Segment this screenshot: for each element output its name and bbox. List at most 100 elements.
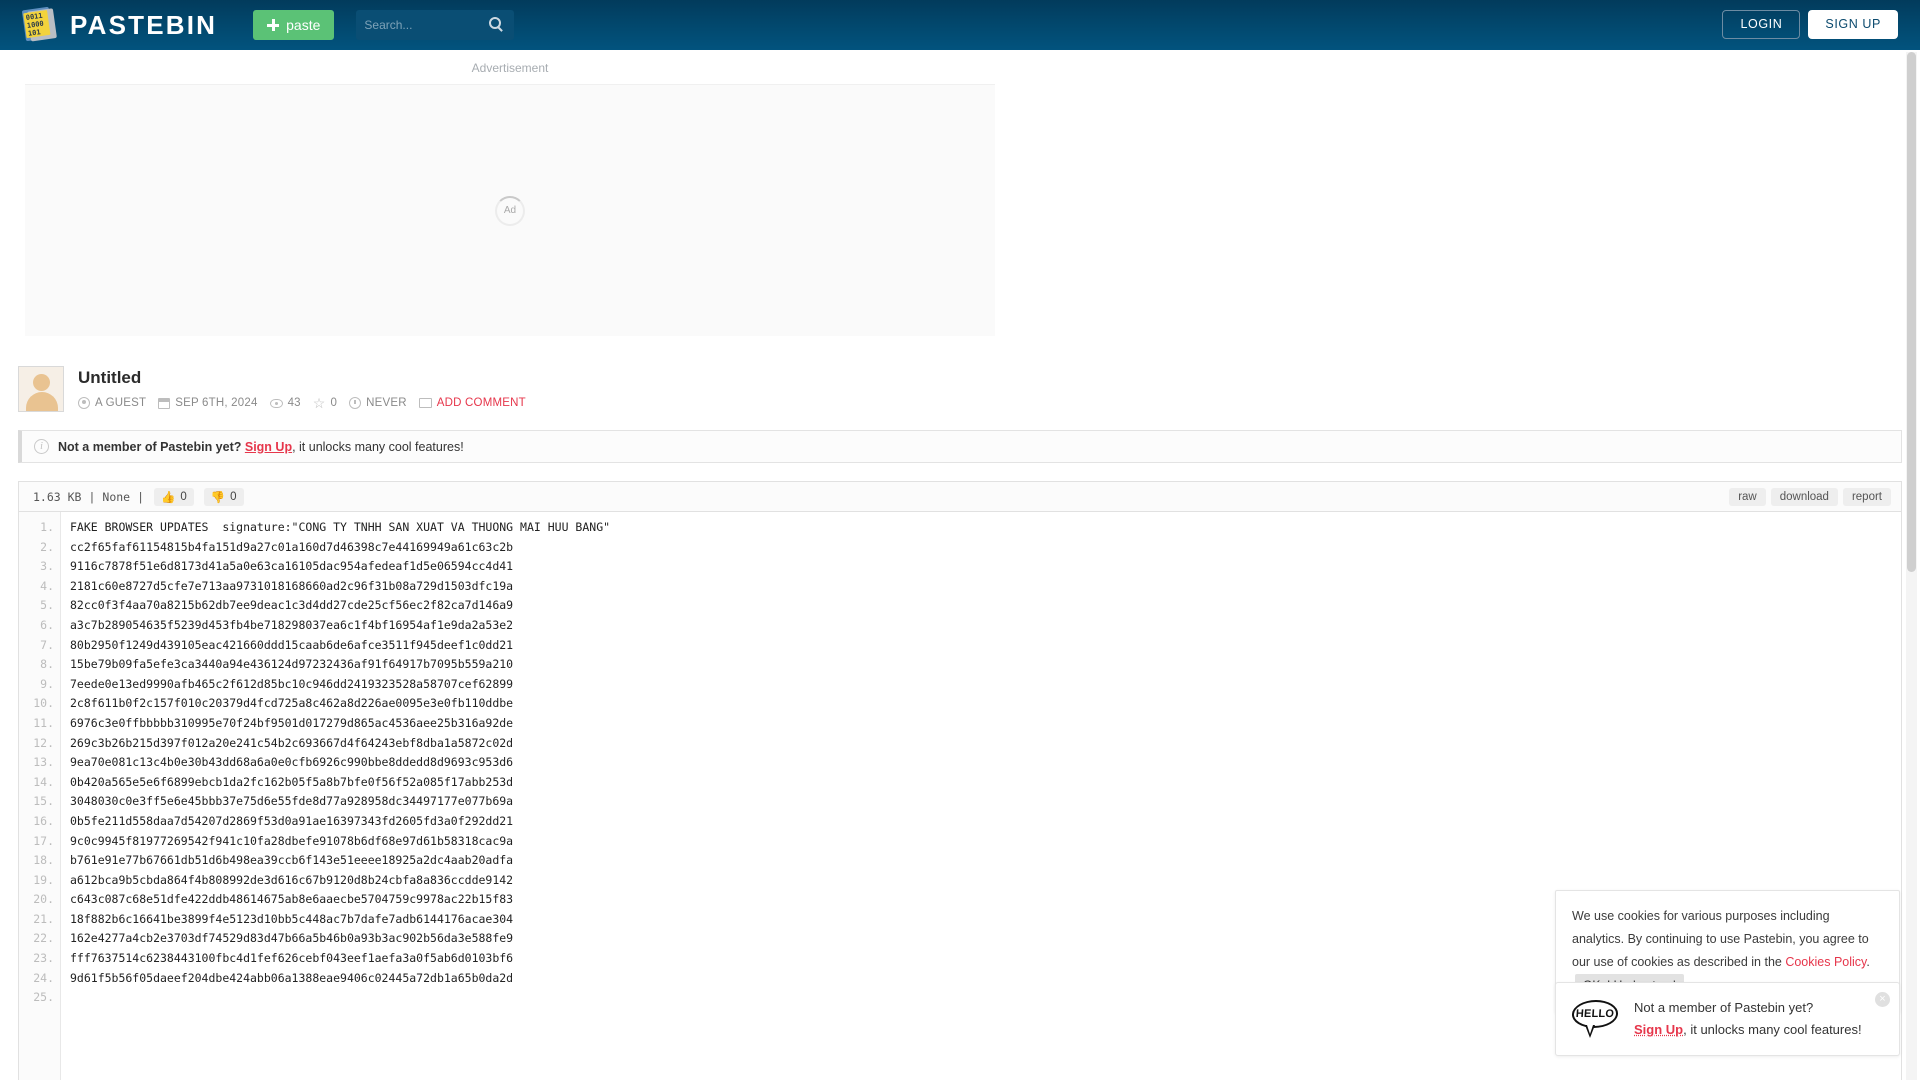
toolbar-separator-1: |	[88, 489, 96, 504]
code-line: 2181c60e8727d5cfe7e713aa9731018168660ad2…	[70, 578, 514, 593]
download-button[interactable]: download	[1770, 487, 1838, 506]
meta-favorites: ☆ 0	[312, 395, 337, 411]
new-paste-button[interactable]: paste	[253, 10, 335, 40]
advertisement-label: Advertisement	[471, 61, 549, 75]
cookie-text-tail: .	[1866, 955, 1870, 969]
toolbar-right: raw download report	[1729, 487, 1891, 506]
line-number: 10.	[33, 696, 54, 711]
line-number-gutter: 1. 2. 3. 4. 5. 6. 7. 8. 9. 10. 11. 12. 13. 14. 15. 16. 1…	[19, 512, 61, 1080]
code-line: cc2f65faf61154815b4fa151d9a27c01a160d7d4…	[70, 539, 514, 554]
login-button[interactable]: LOGIN	[1722, 10, 1801, 39]
line-number: 12.	[33, 735, 54, 750]
meta-author-label: A GUEST	[95, 397, 147, 409]
thumbs-up-icon: 👍	[161, 491, 176, 504]
search-input[interactable]	[364, 18, 487, 32]
page-scrollbar[interactable]	[1906, 52, 1917, 1080]
page-title: Untitled	[78, 368, 142, 387]
paste-syntax: None	[102, 489, 131, 504]
line-number: 6.	[40, 617, 54, 632]
meta-date: SEP 6TH, 2024	[158, 397, 257, 409]
line-number: 4.	[40, 578, 54, 593]
info-icon: i	[34, 439, 49, 454]
meta-views-label: 43	[287, 397, 301, 409]
signup-popup-line2: , it unlocks many cool features!	[1683, 1022, 1862, 1037]
line-number: 21.	[33, 911, 54, 926]
thumbs-up-button[interactable]: 👍 0	[154, 487, 194, 506]
calendar-icon	[158, 397, 171, 409]
ad-placeholder-icon: Ad	[495, 195, 525, 226]
line-number: 16.	[33, 813, 54, 828]
code-line: a3c7b289054635f5239d453fb4be718298037ea6…	[70, 617, 514, 632]
report-button[interactable]: report	[1842, 487, 1891, 506]
search-box[interactable]	[356, 10, 515, 40]
code-line: 2c8f611b0f2c157f010c20379d4fcd725a8c462a…	[70, 696, 514, 711]
line-number: 2.	[40, 539, 54, 554]
line-number: 25.	[33, 990, 54, 1005]
cookies-policy-link[interactable]: Cookies Policy	[1785, 955, 1866, 969]
add-comment-action[interactable]: ADD COMMENT	[418, 397, 526, 409]
code-line: 9c0c9945f81977269542f941c10fa28dbefe9107…	[70, 833, 514, 848]
header-actions: LOGIN SIGN UP	[1722, 10, 1898, 39]
line-number: 9.	[40, 676, 54, 691]
paste-header: Untitled A GUEST SEP 6TH, 2024 43 ☆ 0 NE…	[18, 366, 1920, 412]
line-number: 3.	[40, 559, 54, 574]
line-number: 20.	[33, 892, 54, 907]
code-line: FAKE BROWSER UPDATES signature:"CONG TY …	[70, 520, 611, 534]
line-number: 7.	[40, 637, 54, 652]
toolbar-separator-2: |	[137, 489, 145, 504]
new-paste-label: paste	[286, 17, 321, 33]
search-icon[interactable]	[489, 17, 502, 29]
line-number: 5.	[40, 598, 54, 613]
close-icon[interactable]: ×	[1875, 992, 1890, 1007]
hello-speech-bubble-icon: HELLO	[1571, 1000, 1620, 1038]
user-icon	[78, 397, 90, 409]
code-line: 80b2950f1249d439105eac421660ddd15caab6de…	[70, 637, 514, 652]
line-number: 15.	[33, 794, 54, 809]
hello-bubble-text: HELLO	[1571, 1000, 1619, 1028]
paste-toolbar: 1.63 KB | None | 👍 0 👎 0 raw download re…	[18, 481, 1902, 512]
avatar	[18, 366, 64, 412]
meta-expiry: NEVER	[349, 397, 407, 409]
line-number: 17.	[33, 833, 54, 848]
code-line: a612bca9b5cbda864f4b808992de3d616c67b912…	[70, 872, 514, 887]
paste-size: 1.63 KB	[33, 489, 82, 504]
clock-icon	[349, 397, 362, 409]
line-number: 8.	[40, 657, 54, 672]
star-icon: ☆	[312, 395, 326, 411]
signup-button[interactable]: SIGN UP	[1808, 10, 1898, 39]
logo-note-digits: 0011 1000 101	[23, 10, 51, 39]
raw-button[interactable]: raw	[1729, 487, 1766, 506]
meta-views: 43	[269, 397, 301, 409]
code-line: 269c3b26b215d397f012a20e241c54b2c693667d…	[70, 735, 514, 750]
code-line: 82cc0f3f4aa70a8215b62db7ee9deac1c3d4dd27…	[70, 598, 514, 613]
code-line: b761e91e77b67661db51d6b498ea39ccb6f143e5…	[70, 853, 514, 868]
banner-tail-text: , it unlocks many cool features!	[292, 439, 464, 454]
comment-icon	[418, 398, 432, 408]
line-number: 19.	[33, 872, 54, 887]
toolbar-left: 1.63 KB | None | 👍 0 👎 0	[33, 487, 244, 506]
line-number: 11.	[33, 715, 54, 730]
page-scrollbar-thumb[interactable]	[1907, 52, 1916, 572]
advertisement-section: Advertisement Ad	[0, 50, 1020, 336]
code-line: 7eede0e13ed9990afb465c2f612d85bc10c946dd…	[70, 676, 514, 691]
code-line: 0b5fe211d558daa7d54207d2869f53d0a91ae163…	[70, 813, 514, 828]
banner-signup-link[interactable]: Sign Up	[245, 440, 292, 454]
code-line: 3048030c0e3ff5e6e45bbb37e75d6e55fde8d77a…	[70, 794, 514, 809]
site-header: 0011 1000 101 PASTEBIN paste LOGIN SIGN …	[0, 0, 1920, 50]
signup-popup-link[interactable]: Sign Up	[1634, 1022, 1683, 1037]
line-number: 24.	[33, 970, 54, 985]
site-logo[interactable]: 0011 1000 101 PASTEBIN	[21, 6, 218, 42]
line-number: 23.	[33, 951, 54, 966]
line-number: 14.	[33, 774, 54, 789]
signup-popup: HELLO Not a member of Pastebin yet? Sign…	[1555, 982, 1900, 1056]
paste-metadata: A GUEST SEP 6TH, 2024 43 ☆ 0 NEVER ADD C…	[78, 395, 532, 411]
thumbs-down-button[interactable]: 👎 0	[203, 487, 244, 506]
code-line: 15be79b09fa5efe3ca3440a94e436124d9723243…	[70, 657, 514, 672]
line-number: 13.	[33, 755, 54, 770]
eye-icon	[269, 398, 283, 408]
add-comment-label[interactable]: ADD COMMENT	[437, 397, 526, 409]
line-number: 22.	[33, 931, 54, 946]
signup-popup-text: Not a member of Pastebin yet? Sign Up, i…	[1634, 997, 1862, 1041]
logo-text: PASTEBIN	[70, 9, 218, 40]
advertisement-slot[interactable]: Ad	[25, 84, 995, 336]
